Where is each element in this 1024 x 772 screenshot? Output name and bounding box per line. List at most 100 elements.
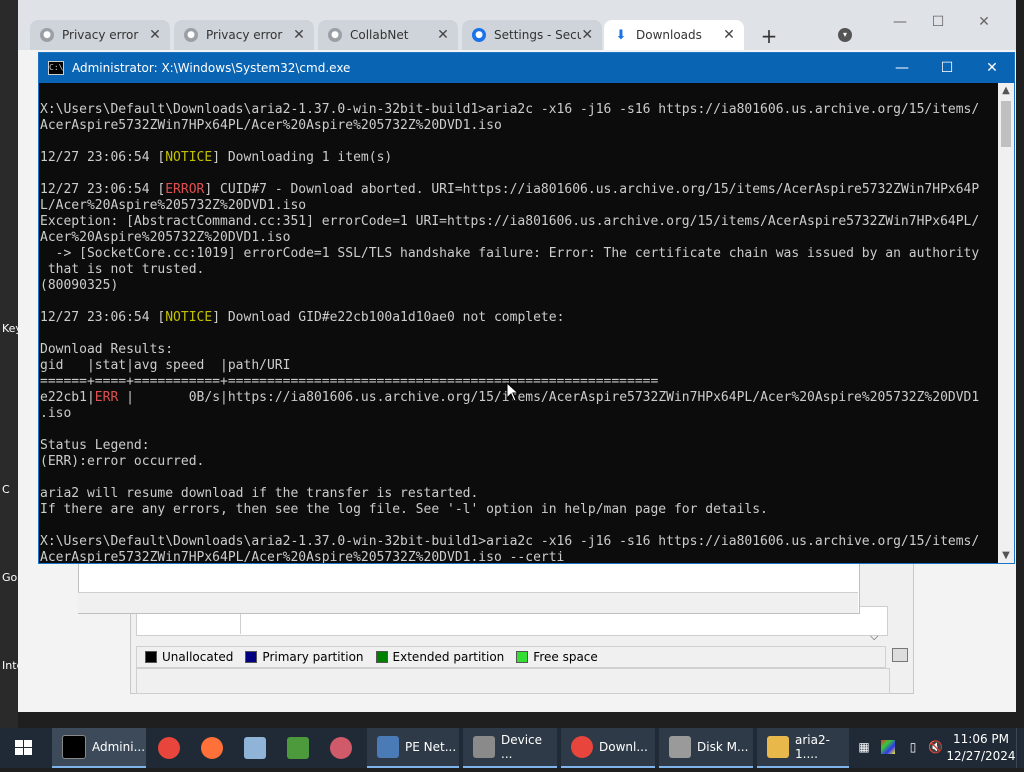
close-button[interactable]: ✕ bbox=[969, 53, 1015, 83]
clock[interactable]: 11:06 PM 12/27/2024 bbox=[946, 731, 1016, 765]
console-text: ERR bbox=[94, 390, 127, 405]
close-tab-icon[interactable]: ✕ bbox=[148, 27, 162, 43]
scrollbar[interactable]: ▲ ▼ bbox=[998, 83, 1014, 563]
legend-item: Extended partition bbox=[375, 650, 505, 664]
legend-item: Primary partition bbox=[245, 650, 364, 664]
chevron-down-icon[interactable]: ⌵ bbox=[870, 630, 878, 644]
new-tab-button[interactable]: + bbox=[760, 24, 778, 48]
spreadsheet-icon[interactable] bbox=[287, 737, 309, 759]
tab-label: Downloads bbox=[636, 28, 702, 42]
desktop-icon-label[interactable]: Go bbox=[2, 571, 17, 584]
legend-swatch bbox=[516, 651, 529, 663]
close-tab-icon[interactable]: ✕ bbox=[581, 27, 594, 43]
legend-label: Free space bbox=[533, 650, 598, 664]
volume-muted-icon[interactable]: 🔇 bbox=[928, 740, 943, 754]
legend-item: Free space bbox=[516, 650, 598, 664]
browser-tab-active[interactable]: ⬇ Downloads ✕ bbox=[604, 20, 744, 50]
cmd-title-bar[interactable]: C:\ Administrator: X:\Windows\System32\c… bbox=[39, 53, 1014, 83]
taskbar-item-disk-management[interactable]: Disk M... bbox=[659, 728, 753, 768]
download-icon: ⬇ bbox=[615, 27, 627, 43]
clock-time: 11:06 PM bbox=[953, 732, 1009, 746]
color-tray-icon[interactable] bbox=[881, 740, 895, 754]
start-button[interactable] bbox=[0, 728, 48, 768]
browser-tab[interactable]: ● Settings - Secu ✕ bbox=[462, 20, 602, 50]
legend-swatch bbox=[375, 651, 388, 663]
folder-icon bbox=[767, 736, 789, 758]
browser-tab[interactable]: ● CollabNet ✕ bbox=[318, 20, 458, 50]
console-text: e22cb1| bbox=[40, 390, 95, 405]
taskbar-item-label: aria2-1.... bbox=[795, 733, 830, 761]
desktop-icon-label[interactable]: C bbox=[2, 483, 10, 496]
console-line: e22cb1|ERR | 0B/s|https://ia801606.us.ar… bbox=[40, 390, 998, 406]
console-line: X:\Users\Default\Downloads\aria2-1.37.0-… bbox=[40, 534, 980, 549]
firefox-icon[interactable] bbox=[201, 737, 223, 759]
console-line: 12/27 23:06:54 [NOTICE] Downloading 1 it… bbox=[40, 150, 998, 166]
close-tab-icon[interactable]: ✕ bbox=[292, 27, 306, 43]
chrome-pinned-icon[interactable] bbox=[158, 737, 180, 759]
console-text: ] Download GID#e22cb100a1d10ae0 not comp… bbox=[212, 310, 565, 325]
close-tab-icon[interactable]: ✕ bbox=[436, 27, 450, 43]
tab-search-icon[interactable]: ▾ bbox=[838, 28, 852, 42]
console-line: (80090325) bbox=[40, 278, 119, 293]
legend-swatch bbox=[245, 651, 258, 663]
usb-tray-icon[interactable]: ▯ bbox=[906, 740, 920, 754]
browser-maximize-button[interactable]: ☐ bbox=[928, 14, 948, 30]
console-text: 12/27 23:06:54 [ bbox=[40, 150, 166, 165]
globe-icon: ● bbox=[184, 28, 198, 42]
browser-tab[interactable]: ● Privacy error ✕ bbox=[174, 20, 314, 50]
scroll-down-icon[interactable]: ▼ bbox=[998, 550, 1014, 561]
minimize-button[interactable]: — bbox=[879, 53, 925, 83]
console-line: AcerAspire5732ZWin7HPx64PL/Acer%20Aspire… bbox=[40, 550, 998, 563]
console-line: gid |stat|avg speed |path/URI bbox=[40, 358, 291, 373]
windows-start-icon bbox=[15, 740, 32, 755]
legend-label: Primary partition bbox=[262, 650, 364, 664]
show-desktop-button[interactable] bbox=[1016, 728, 1024, 768]
partition-legend: Unallocated Primary partition Extended p… bbox=[136, 646, 886, 668]
cmd-icon: C:\ bbox=[48, 61, 64, 75]
console-text: 12/27 23:06:54 [ bbox=[40, 310, 166, 325]
taskbar-item-folder[interactable]: aria2-1.... bbox=[757, 728, 849, 768]
taskbar-item-label: Disk M... bbox=[697, 740, 749, 754]
tab-label: CollabNet bbox=[350, 28, 409, 42]
console-line: Exception: [AbstractCommand.cc:351] erro… bbox=[40, 214, 980, 229]
cmd-icon bbox=[62, 735, 86, 759]
taskbar-item-downloads[interactable]: Downl... bbox=[561, 728, 655, 768]
console-text: ] Downloading 1 item(s) bbox=[212, 150, 393, 165]
taskbar-item-cmd[interactable]: Admini... bbox=[52, 728, 146, 768]
cmd-window[interactable]: C:\ Administrator: X:\Windows\System32\c… bbox=[38, 52, 1015, 564]
browser-minimize-button[interactable]: — bbox=[890, 14, 910, 30]
taskbar: Admini... PE Net... Device ... Downl... … bbox=[0, 728, 1024, 768]
chrome-icon bbox=[571, 736, 593, 758]
scrollbar-thumb[interactable] bbox=[1001, 101, 1011, 147]
legend-label: Extended partition bbox=[392, 650, 505, 664]
taskbar-item-pe-network[interactable]: PE Net... bbox=[367, 728, 459, 768]
network-tray-icon[interactable]: ▦ bbox=[857, 740, 871, 754]
notepad-icon[interactable] bbox=[244, 737, 266, 759]
scroll-up-icon[interactable]: ▲ bbox=[998, 85, 1014, 96]
browser-close-button[interactable]: ✕ bbox=[974, 14, 994, 30]
paint-icon[interactable] bbox=[330, 737, 352, 759]
console-line: If there are any errors, then see the lo… bbox=[40, 502, 768, 517]
taskbar-item-device-manager[interactable]: Device ... bbox=[463, 728, 557, 768]
console-output[interactable]: X:\Users\Default\Downloads\aria2-1.37.0-… bbox=[39, 83, 998, 563]
browser-tab[interactable]: ● Privacy error ✕ bbox=[30, 20, 170, 50]
console-line: AcerAspire5732ZWin7HPx64PL/Acer%20Aspire… bbox=[40, 118, 502, 133]
network-icon bbox=[377, 736, 399, 758]
maximize-button[interactable]: ☐ bbox=[924, 53, 970, 83]
close-tab-icon[interactable]: ✕ bbox=[722, 27, 736, 43]
console-line: .iso bbox=[40, 406, 72, 421]
console-text: 12/27 23:06:54 [ bbox=[40, 182, 166, 197]
resize-grip-icon[interactable] bbox=[892, 648, 908, 662]
window-title: Administrator: X:\Windows\System32\cmd.e… bbox=[72, 61, 351, 75]
console-line: aria2 will resume download if the transf… bbox=[40, 486, 479, 501]
console-text: ] CUID#7 - Download aborted. URI=https:/… bbox=[204, 182, 980, 197]
tab-label: Settings - Secu bbox=[494, 28, 581, 42]
console-text: NOTICE bbox=[165, 310, 213, 325]
globe-icon: ● bbox=[40, 28, 54, 42]
taskbar-item-label: Downl... bbox=[599, 740, 648, 754]
console-line: X:\Users\Default\Downloads\aria2-1.37.0-… bbox=[40, 102, 980, 117]
console-line: Download Results: bbox=[40, 342, 174, 357]
